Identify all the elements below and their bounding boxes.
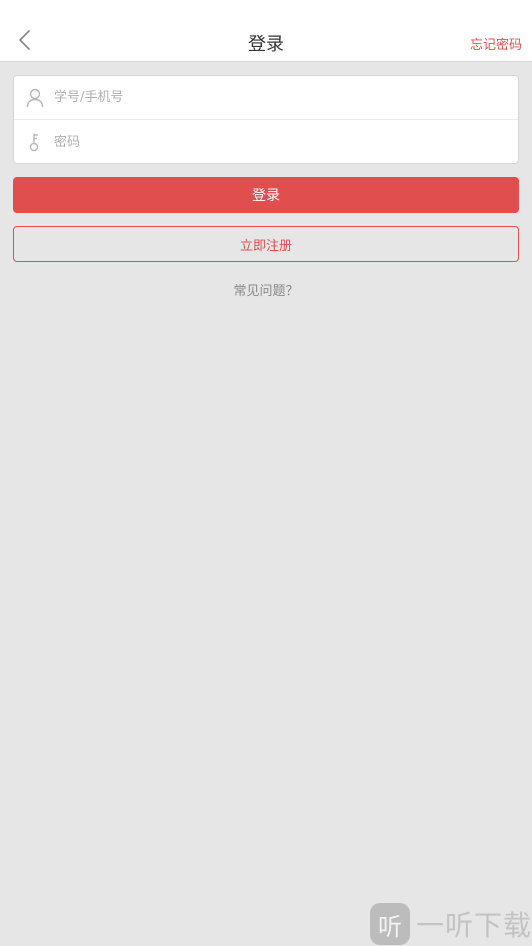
user-icon [14, 76, 54, 120]
forgot-password-link[interactable]: 忘记密码 [470, 34, 522, 53]
login-form [13, 75, 519, 164]
account-row [14, 76, 518, 120]
account-input[interactable] [54, 77, 518, 118]
watermark: 听 一听下载 [370, 902, 532, 946]
watermark-logo: 听 [370, 903, 410, 945]
key-icon [14, 120, 54, 164]
watermark-text: 一听下载 [415, 909, 532, 942]
login-button[interactable]: 登录 [13, 177, 519, 213]
password-row [14, 120, 518, 164]
register-button[interactable]: 立即注册 [13, 226, 519, 262]
faq-link[interactable]: 常见问题？ [0, 280, 532, 299]
password-input[interactable] [54, 122, 518, 162]
top-bar: 登录 忘记密码 [0, 0, 532, 62]
page-title: 登录 [248, 34, 284, 55]
